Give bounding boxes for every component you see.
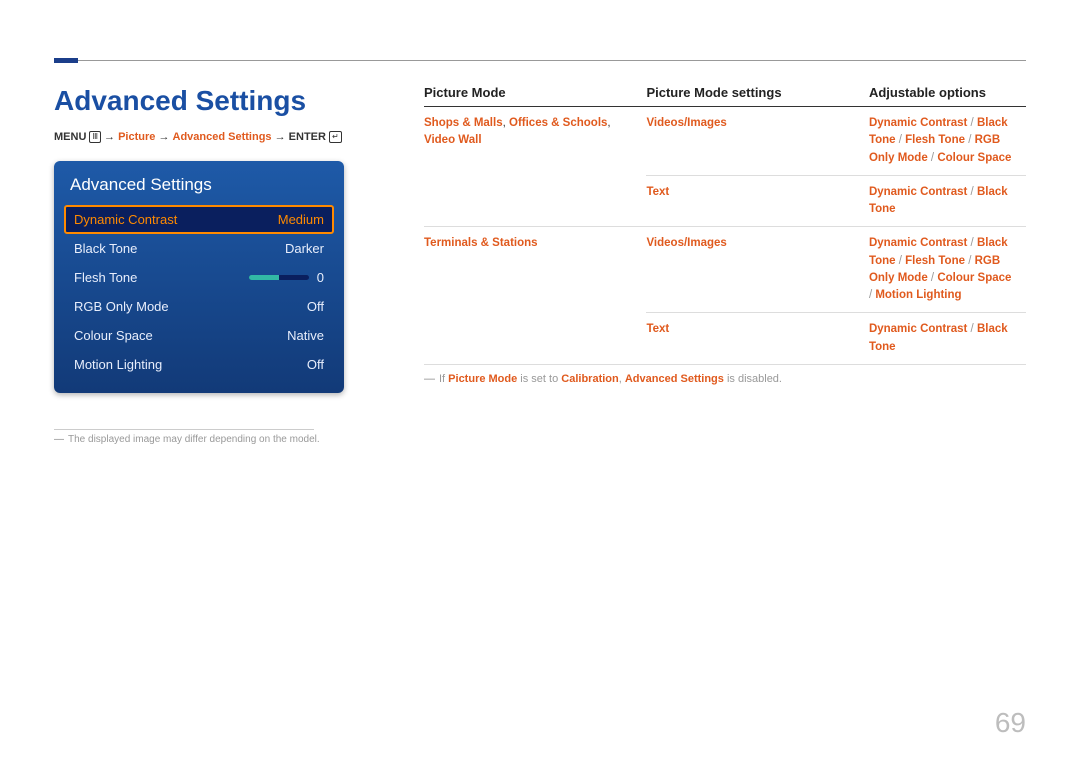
setting-text: Videos/Images bbox=[646, 237, 726, 249]
opt-text: Motion Lighting bbox=[875, 289, 961, 301]
opt-text: Dynamic Contrast bbox=[869, 323, 967, 335]
osd-value: Off bbox=[307, 357, 324, 372]
osd-label: RGB Only Mode bbox=[74, 299, 169, 314]
opt-sep: / bbox=[967, 186, 977, 198]
breadcrumb-picture: Picture bbox=[118, 131, 155, 143]
osd-row-colour-space[interactable]: Colour Space Native bbox=[64, 321, 334, 350]
osd-label: Black Tone bbox=[74, 241, 137, 256]
opt-text: Dynamic Contrast bbox=[869, 237, 967, 249]
menu-icon: Ⅲ bbox=[89, 131, 101, 143]
note-hl: Picture Mode bbox=[448, 373, 517, 385]
osd-label: Dynamic Contrast bbox=[74, 212, 177, 227]
osd-row-black-tone[interactable]: Black Tone Darker bbox=[64, 234, 334, 263]
cell-setting: Text bbox=[646, 175, 868, 227]
breadcrumb-arrow: → bbox=[158, 131, 169, 143]
mode-text: Shops & Malls bbox=[424, 117, 503, 129]
th-options: Adjustable options bbox=[869, 85, 1026, 107]
osd-value: 0 bbox=[317, 270, 324, 285]
setting-text: Videos/Images bbox=[646, 117, 726, 129]
cell-mode: Shops & Malls, Offices & Schools, Video … bbox=[424, 107, 646, 227]
opt-sep: / bbox=[967, 323, 977, 335]
osd-row-rgb-only[interactable]: RGB Only Mode Off bbox=[64, 292, 334, 321]
breadcrumb-advanced: Advanced Settings bbox=[173, 131, 272, 143]
opt-sep: / bbox=[965, 134, 975, 146]
section-top-rule bbox=[54, 60, 1026, 61]
osd-value: Native bbox=[287, 328, 324, 343]
flesh-tone-slider[interactable] bbox=[249, 275, 309, 280]
breadcrumb-menu: MENU bbox=[54, 131, 86, 143]
breadcrumb-arrow: → bbox=[104, 131, 115, 143]
osd-value: Darker bbox=[285, 241, 324, 256]
opt-sep: / bbox=[965, 255, 975, 267]
opt-sep: / bbox=[967, 237, 977, 249]
osd-title: Advanced Settings bbox=[64, 171, 334, 205]
opt-text: Dynamic Contrast bbox=[869, 186, 967, 198]
osd-row-dynamic-contrast[interactable]: Dynamic Contrast Medium bbox=[64, 205, 334, 234]
opt-sep: / bbox=[967, 117, 977, 129]
table-row: Shops & Malls, Offices & Schools, Video … bbox=[424, 107, 1026, 176]
note-hl: Calibration bbox=[561, 373, 618, 385]
osd-label: Colour Space bbox=[74, 328, 153, 343]
cell-setting: Videos/Images bbox=[646, 227, 868, 313]
enter-icon: ↵ bbox=[329, 131, 342, 143]
note-text: is disabled. bbox=[724, 373, 782, 385]
cell-setting: Text bbox=[646, 313, 868, 365]
section-heading: Advanced Settings bbox=[54, 85, 374, 117]
breadcrumb-enter: ENTER bbox=[289, 131, 326, 143]
breadcrumb-arrow: → bbox=[275, 131, 286, 143]
opt-text: Flesh Tone bbox=[905, 255, 965, 267]
cell-options: Dynamic Contrast / Black Tone / Flesh To… bbox=[869, 107, 1026, 176]
slider-fill bbox=[249, 275, 279, 280]
opt-text: Colour Space bbox=[937, 272, 1011, 284]
osd-panel: Advanced Settings Dynamic Contrast Mediu… bbox=[54, 161, 344, 393]
osd-row-motion-lighting[interactable]: Motion Lighting Off bbox=[64, 350, 334, 379]
osd-label: Flesh Tone bbox=[74, 270, 137, 285]
mode-text: Video Wall bbox=[424, 134, 482, 146]
note-text: If bbox=[439, 373, 448, 385]
options-table: Picture Mode Picture Mode settings Adjus… bbox=[424, 85, 1026, 365]
breadcrumb: MENU Ⅲ → Picture → Advanced Settings → E… bbox=[54, 131, 374, 143]
footnote-separator bbox=[54, 429, 314, 430]
osd-row-flesh-tone[interactable]: Flesh Tone 0 bbox=[64, 263, 334, 292]
cell-options: Dynamic Contrast / Black Tone bbox=[869, 313, 1026, 365]
opt-text: Dynamic Contrast bbox=[869, 117, 967, 129]
mode-text: Offices & Schools bbox=[509, 117, 607, 129]
opt-sep: / bbox=[928, 152, 938, 164]
table-row: Terminals & Stations Videos/Images Dynam… bbox=[424, 227, 1026, 313]
opt-sep: / bbox=[896, 255, 906, 267]
footnote-image-differ: ― The displayed image may differ dependin… bbox=[54, 434, 374, 445]
note-text: is set to bbox=[517, 373, 561, 385]
opt-text: Colour Space bbox=[937, 152, 1011, 164]
cell-mode: Terminals & Stations bbox=[424, 227, 646, 365]
note-hl: Advanced Settings bbox=[625, 373, 724, 385]
footnote-text: The displayed image may differ depending… bbox=[68, 434, 320, 445]
mode-sep: , bbox=[607, 117, 610, 129]
cell-options: Dynamic Contrast / Black Tone bbox=[869, 175, 1026, 227]
dash-icon: ― bbox=[424, 373, 435, 385]
th-settings: Picture Mode settings bbox=[646, 85, 868, 107]
th-picture-mode: Picture Mode bbox=[424, 85, 646, 107]
opt-sep: / bbox=[896, 134, 906, 146]
osd-label: Motion Lighting bbox=[74, 357, 162, 372]
opt-sep: / bbox=[928, 272, 938, 284]
opt-text: Flesh Tone bbox=[905, 134, 965, 146]
cell-options: Dynamic Contrast / Black Tone / Flesh To… bbox=[869, 227, 1026, 313]
setting-text: Text bbox=[646, 323, 669, 335]
mode-text: Terminals & Stations bbox=[424, 237, 538, 249]
osd-value: Medium bbox=[278, 212, 324, 227]
dash-icon: ― bbox=[54, 434, 64, 445]
cell-setting: Videos/Images bbox=[646, 107, 868, 176]
page-number: 69 bbox=[995, 707, 1026, 739]
setting-text: Text bbox=[646, 186, 669, 198]
footnote-calibration: ―If Picture Mode is set to Calibration, … bbox=[424, 373, 1026, 385]
osd-value: Off bbox=[307, 299, 324, 314]
